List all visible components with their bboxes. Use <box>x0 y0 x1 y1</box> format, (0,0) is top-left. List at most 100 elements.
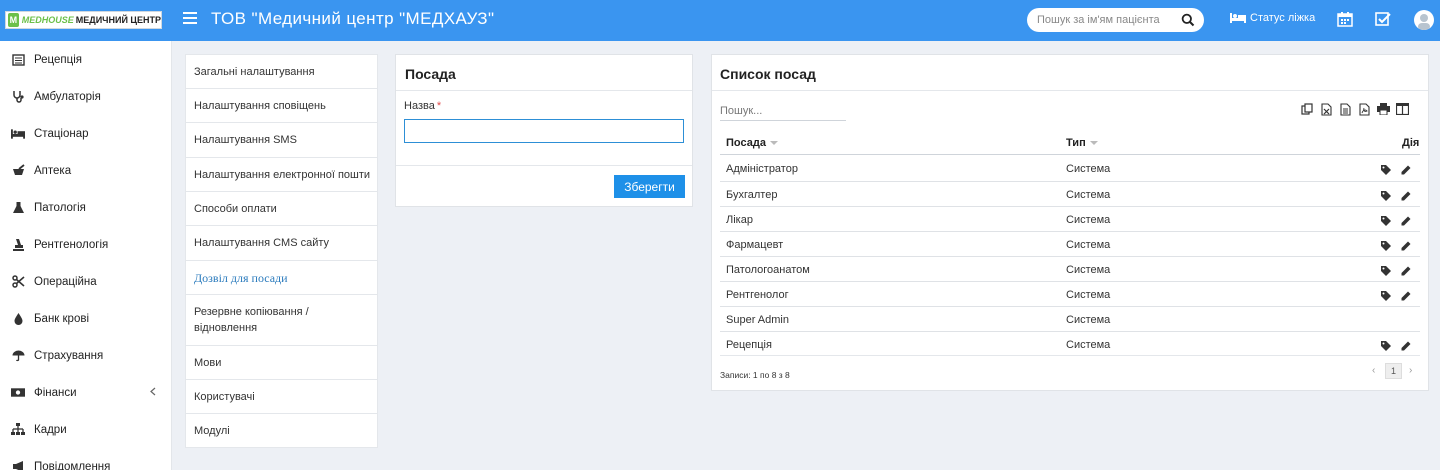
sidebar-item-inpatient[interactable]: Стаціонар <box>0 115 172 152</box>
tag-icon[interactable] <box>1381 290 1391 301</box>
edit-icon[interactable] <box>1401 340 1411 351</box>
settings-item-users[interactable]: Користувачі <box>186 380 377 414</box>
flask-icon <box>11 201 25 215</box>
type-cell: Система <box>1066 339 1111 351</box>
sitemap-icon <box>11 423 25 437</box>
print-icon[interactable] <box>1376 102 1390 116</box>
type-cell: Система <box>1066 264 1111 276</box>
table-row: Адміністратор Система <box>720 156 1420 181</box>
task-check-icon[interactable] <box>1375 11 1391 27</box>
calendar-icon[interactable] <box>1337 11 1353 27</box>
sidebar-item-pathology[interactable]: Патологія <box>0 189 172 226</box>
sidebar-item-hr[interactable]: Кадри <box>0 411 172 448</box>
settings-item-payment-methods[interactable]: Способи оплати <box>186 192 377 226</box>
tag-icon[interactable] <box>1381 340 1391 351</box>
copy-icon[interactable] <box>1300 102 1314 116</box>
bed-icon <box>11 127 25 141</box>
form-title: Посада <box>405 66 456 82</box>
table-row: Фармацевт Система <box>720 231 1420 256</box>
settings-item-backup[interactable]: Резервне копіювання / відновлення <box>186 295 377 346</box>
table-row: Лікар Система <box>720 206 1420 231</box>
list-title: Список посад <box>720 66 816 82</box>
csv-icon[interactable] <box>1338 102 1352 116</box>
logo[interactable]: M MEDHOUSE МЕДИЧНИЙ ЦЕНТР <box>5 11 162 29</box>
edit-icon[interactable] <box>1401 215 1411 226</box>
pager-prev-button[interactable]: ‹ <box>1372 365 1375 376</box>
logo-badge-icon: M <box>8 13 19 27</box>
type-cell: Система <box>1066 314 1111 326</box>
sidebar: Рецепція Амбулаторія Стаціонар Аптека Па… <box>0 41 172 470</box>
app-title: ТОВ "Медичний центр "МЕДХАУЗ" <box>211 9 495 28</box>
divider <box>712 90 1428 91</box>
pager-page-button[interactable]: 1 <box>1385 363 1402 379</box>
tag-icon[interactable] <box>1381 215 1391 226</box>
edit-icon[interactable] <box>1401 190 1411 201</box>
bed-icon <box>1230 13 1246 23</box>
logo-brand-text: MEDHOUSE <box>21 15 74 25</box>
umbrella-icon <box>11 349 25 363</box>
edit-icon[interactable] <box>1401 290 1411 301</box>
settings-item-cms[interactable]: Налаштування CMS сайту <box>186 226 377 261</box>
settings-item-sms[interactable]: Налаштування SMS <box>186 123 377 158</box>
sidebar-item-finance[interactable]: Фінанси <box>0 374 172 411</box>
bed-status-link[interactable]: Статус ліжка <box>1230 12 1315 24</box>
sidebar-item-radiology[interactable]: Рентгенологія <box>0 226 172 263</box>
sidebar-item-ambulatory[interactable]: Амбулаторія <box>0 78 172 115</box>
sidebar-item-reception[interactable]: Рецепція <box>0 41 172 78</box>
top-navbar: M MEDHOUSE МЕДИЧНИЙ ЦЕНТР ТОВ "Медичний ц… <box>0 0 1440 41</box>
user-avatar[interactable] <box>1414 10 1434 30</box>
search-icon[interactable] <box>1181 13 1195 27</box>
settings-item-position-permission[interactable]: Дозвіл для посади <box>186 261 377 295</box>
position-cell: Бухгалтер <box>726 189 778 201</box>
save-button[interactable]: Зберегти <box>614 175 685 198</box>
excel-icon[interactable] <box>1319 102 1333 116</box>
bullhorn-icon <box>11 460 25 470</box>
type-cell: Система <box>1066 214 1111 226</box>
position-name-input[interactable] <box>404 119 684 143</box>
pager-next-button[interactable]: › <box>1409 365 1412 376</box>
records-info: Записи: 1 по 8 з 8 <box>720 370 790 380</box>
tag-icon[interactable] <box>1381 240 1391 251</box>
chevron-left-icon[interactable] <box>150 387 156 396</box>
settings-item-general[interactable]: Загальні налаштування <box>186 55 377 89</box>
tag-icon[interactable] <box>1381 190 1391 201</box>
table-row: Бухгалтер Система <box>720 181 1420 206</box>
sidebar-item-notifications[interactable]: Повідомлення <box>0 448 172 470</box>
edit-icon[interactable] <box>1401 164 1411 175</box>
position-form-card: Посада Назва * Зберегти <box>395 54 693 207</box>
type-cell: Система <box>1066 289 1111 301</box>
tag-icon[interactable] <box>1381 164 1391 175</box>
edit-icon[interactable] <box>1401 265 1411 276</box>
divider <box>396 165 692 166</box>
column-header-position[interactable]: Посада <box>726 137 778 149</box>
divider <box>396 90 692 91</box>
sidebar-item-insurance[interactable]: Страхування <box>0 337 172 374</box>
edit-icon[interactable] <box>1401 240 1411 251</box>
settings-item-modules[interactable]: Модулі <box>186 414 377 447</box>
required-mark: * <box>436 100 442 112</box>
list-search-input[interactable] <box>720 102 846 121</box>
settings-item-languages[interactable]: Мови <box>186 346 377 380</box>
columns-icon[interactable] <box>1395 102 1409 116</box>
table-row: Рентгенолог Система <box>720 281 1420 306</box>
settings-item-email[interactable]: Налаштування електронної пошти <box>186 158 377 192</box>
sidebar-item-label: Аптека <box>34 164 72 177</box>
sidebar-item-label: Рецепція <box>34 53 83 66</box>
patient-search-input[interactable] <box>1037 11 1177 29</box>
menu-toggle-icon[interactable] <box>183 12 197 26</box>
sidebar-item-label: Банк крові <box>34 312 90 325</box>
sidebar-item-operating[interactable]: Операційна <box>0 263 172 300</box>
position-cell: Патологоанатом <box>726 264 810 276</box>
sidebar-item-label: Кадри <box>34 423 67 436</box>
pdf-icon[interactable] <box>1357 102 1371 116</box>
blood-drop-icon <box>11 312 25 326</box>
logo-sub-text: МЕДИЧНИЙ ЦЕНТР <box>75 15 161 25</box>
name-label: Назва * <box>404 100 442 112</box>
sidebar-item-blood-bank[interactable]: Банк крові <box>0 300 172 337</box>
column-header-type[interactable]: Тип <box>1066 137 1098 149</box>
header-divider <box>720 154 1420 155</box>
sidebar-item-pharmacy[interactable]: Аптека <box>0 152 172 189</box>
tag-icon[interactable] <box>1381 265 1391 276</box>
settings-item-notifications[interactable]: Налаштування сповіщень <box>186 89 377 123</box>
sidebar-item-label: Повідомлення <box>34 460 111 470</box>
